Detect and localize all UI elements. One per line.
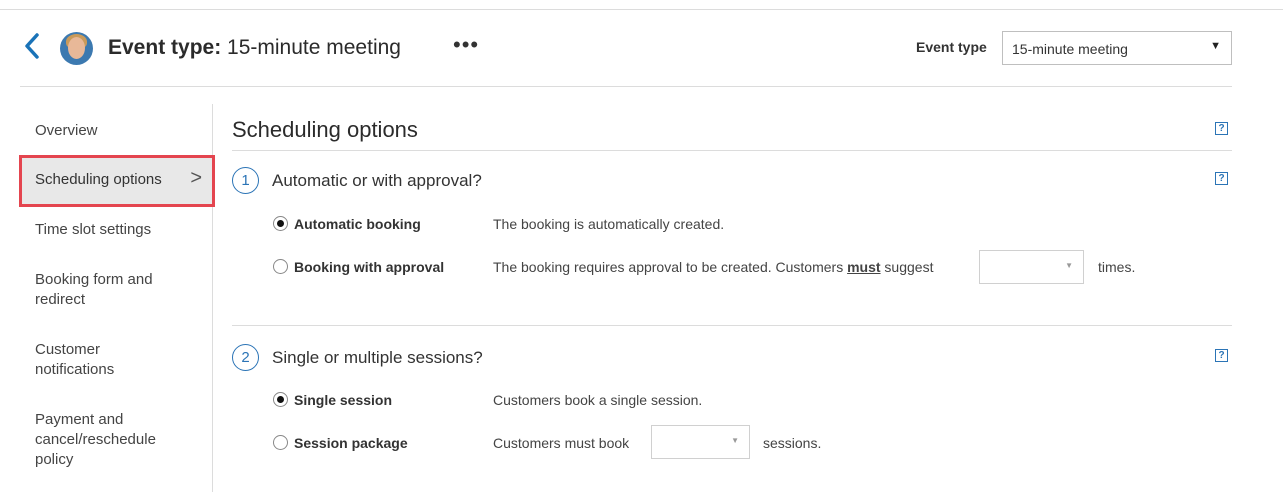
sidebar-item-label: Time slot settings (35, 221, 152, 238)
event-type-select[interactable]: 15-minute meeting ▼ (1002, 31, 1232, 65)
step-number: 1 (232, 167, 259, 194)
chevron-left-icon (25, 33, 39, 59)
avatar (60, 32, 93, 65)
sidebar-item-label: Customer notifications (35, 341, 115, 378)
sidebar-item-payment-policy[interactable]: Payment and cancel/reschedule policy (20, 410, 170, 470)
sidebar-item-booking-form[interactable]: Booking form and redirect (20, 270, 180, 310)
option-label: Automatic booking (294, 216, 421, 232)
section-title: Scheduling options (232, 117, 418, 142)
session-count-select[interactable]: ▼ (651, 425, 750, 459)
section-divider (232, 150, 1232, 151)
sidebar: Overview Scheduling options > Time slot … (19, 104, 215, 492)
header-divider (20, 86, 1232, 87)
back-button[interactable] (24, 33, 42, 63)
title-prefix: Event type: (108, 36, 222, 59)
option-label: Session package (294, 435, 408, 451)
must-emphasis: must (847, 259, 881, 275)
event-type-label: Event type (916, 39, 987, 55)
top-divider (0, 9, 1283, 10)
option-label: Single session (294, 392, 393, 408)
sidebar-item-label: Overview (35, 122, 98, 139)
option-description-suffix: sessions. (763, 435, 822, 451)
sidebar-item-overview[interactable]: Overview (20, 121, 210, 141)
title-value: 15-minute meeting (221, 36, 401, 59)
main-content: Scheduling options ? 1 Automatic or with… (232, 104, 1232, 492)
automatic-booking-radio[interactable] (273, 216, 288, 231)
sidebar-item-customer-notifications[interactable]: Customer notifications (20, 340, 150, 380)
chevron-right-icon: > (190, 167, 202, 189)
option-description: The booking requires approval to be crea… (493, 259, 934, 275)
single-session-radio[interactable] (273, 392, 288, 407)
page-title: Event type: 15-minute meeting (108, 34, 401, 62)
option-description: Customers book a single session. (493, 392, 703, 408)
dropdown-arrow-icon: ▼ (1210, 40, 1221, 52)
help-icon[interactable]: ? (1215, 122, 1228, 135)
session-package-radio[interactable] (273, 435, 288, 450)
dropdown-arrow-icon: ▼ (1065, 261, 1073, 270)
sidebar-item-scheduling-options[interactable]: Scheduling options > (19, 155, 215, 207)
booking-with-approval-radio[interactable] (273, 259, 288, 274)
option-label: Booking with approval (294, 259, 445, 275)
section-divider (232, 325, 1232, 326)
section-question: Single or multiple sessions? (272, 348, 483, 367)
option-description: Customers must book (493, 435, 630, 451)
help-icon[interactable]: ? (1215, 349, 1228, 362)
sidebar-item-label: Scheduling options (35, 171, 162, 188)
option-description-suffix: times. (1098, 259, 1136, 275)
help-icon[interactable]: ? (1215, 172, 1228, 185)
sidebar-item-label: Payment and cancel/reschedule policy (35, 411, 156, 468)
option-description: The booking is automatically created. (493, 216, 725, 232)
suggest-times-select[interactable]: ▼ (979, 250, 1084, 284)
section-question: Automatic or with approval? (272, 171, 482, 190)
sidebar-item-label: Booking form and redirect (35, 271, 153, 308)
event-type-value: 15-minute meeting (1012, 41, 1128, 57)
sidebar-item-time-slot-settings[interactable]: Time slot settings (20, 220, 210, 240)
page-header: Event type: 15-minute meeting ••• Event … (20, 26, 1235, 72)
dropdown-arrow-icon: ▼ (731, 436, 739, 445)
step-number: 2 (232, 344, 259, 371)
more-options-icon[interactable]: ••• (453, 32, 479, 58)
